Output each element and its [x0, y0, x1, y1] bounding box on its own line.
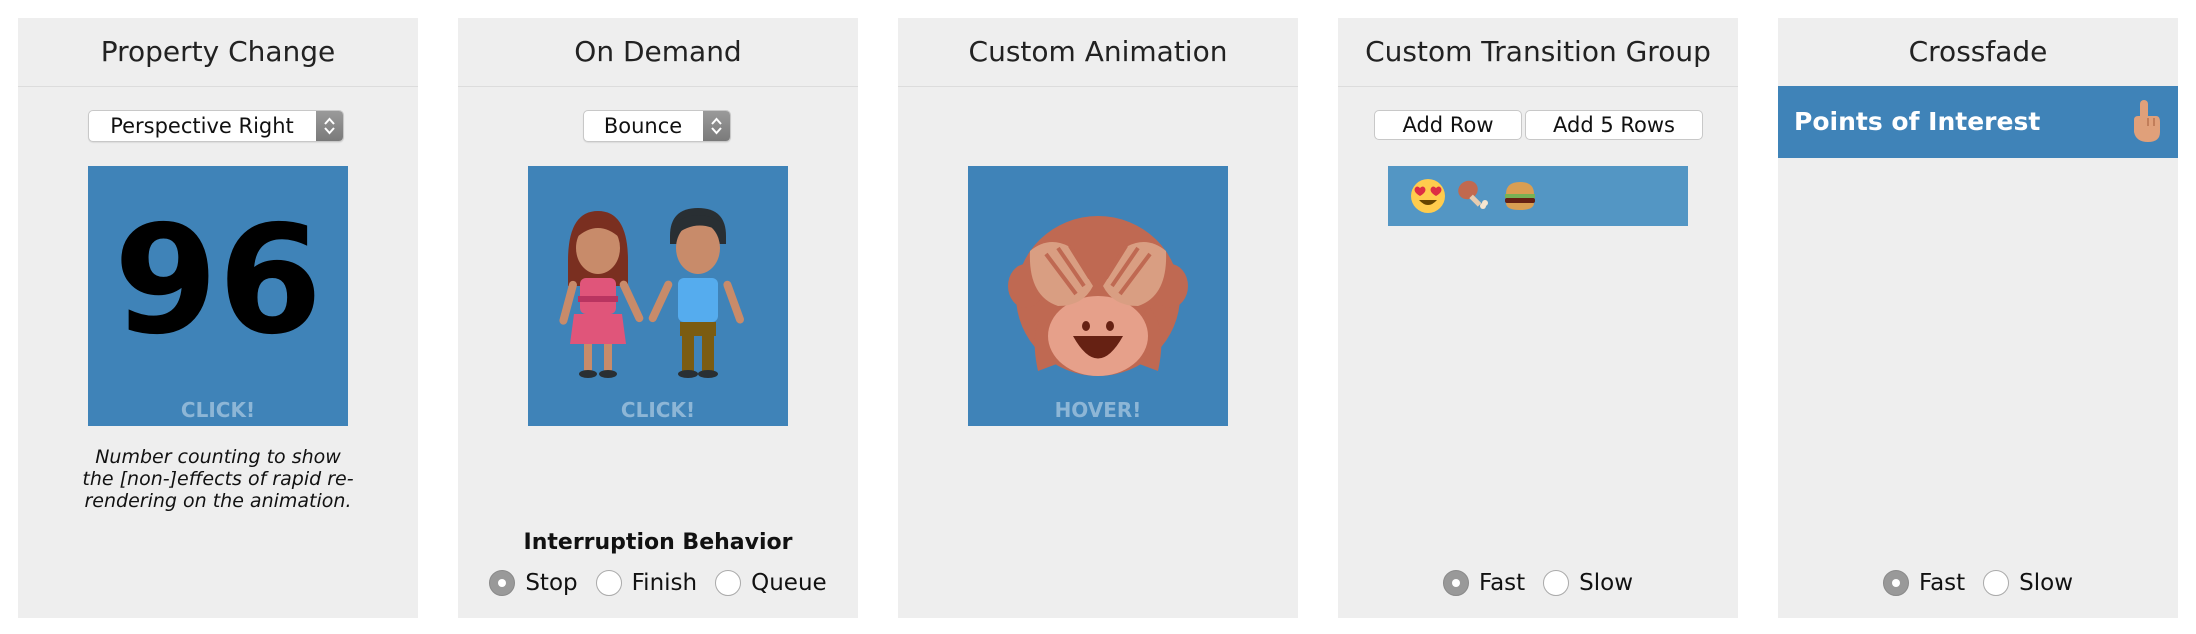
counter-tile[interactable]: 96 CLICK!	[88, 166, 348, 426]
hamburger-emoji-icon	[1505, 182, 1535, 210]
item-label: Points of Interest	[1794, 107, 2041, 136]
select-value: Perspective Right	[110, 114, 294, 138]
radio-button[interactable]	[1882, 570, 1909, 596]
see-no-evil-monkey-icon	[1008, 216, 1188, 376]
radio-option-finish[interactable]: Finish	[595, 570, 698, 596]
radio-button[interactable]	[715, 570, 742, 596]
radio-option-slow[interactable]: Slow	[1543, 570, 1633, 596]
monkey-tile[interactable]: HOVER!	[968, 166, 1228, 426]
radio-option-stop[interactable]: Stop	[489, 570, 578, 596]
speed-radio-group: Fast Slow	[1338, 570, 1738, 596]
tile-caption: HOVER!	[1054, 398, 1142, 422]
radio-label: Queue	[751, 570, 827, 596]
panel-title: Custom Transition Group	[1338, 18, 1738, 87]
radio-label: Finish	[631, 570, 698, 596]
radio-label: Fast	[1478, 570, 1526, 596]
radio-button[interactable]	[1543, 570, 1570, 596]
panel-title: Property Change	[18, 18, 418, 87]
pointing-hand-icon	[2134, 100, 2160, 142]
radio-option-slow[interactable]: Slow	[1983, 570, 2073, 596]
panel-title: Custom Animation	[898, 18, 1298, 87]
speed-radio-group: Fast Slow	[1778, 570, 2178, 596]
panel-property-change: Property Change Perspective Right 96 CLI…	[18, 18, 418, 618]
panel-title: Crossfade	[1778, 18, 2178, 87]
select-arrows-icon	[316, 111, 343, 141]
couple-tile[interactable]: CLICK!	[528, 166, 788, 426]
description-note: Number counting to show the [non-]effect…	[82, 446, 354, 512]
tile-caption: CLICK!	[180, 398, 256, 422]
radio-button[interactable]	[489, 570, 516, 596]
heart-eyes-emoji-icon	[1411, 179, 1445, 213]
radio-option-fast[interactable]: Fast	[1882, 570, 1966, 596]
radio-button[interactable]	[1983, 570, 2010, 596]
radio-option-queue[interactable]: Queue	[715, 570, 827, 596]
select-arrows-icon	[703, 111, 730, 141]
add-5-rows-button[interactable]: Add 5 Rows	[1525, 110, 1703, 140]
radio-option-fast[interactable]: Fast	[1442, 570, 1526, 596]
animation-select[interactable]: Bounce	[583, 110, 731, 142]
panel-crossfade: Crossfade Points of Interest Fast Slow	[1778, 18, 2178, 618]
panel-on-demand: On Demand Bounce CLICK! Interruption Beh…	[458, 18, 858, 618]
radio-label: Fast	[1918, 570, 1966, 596]
interruption-behavior-label: Interruption Behavior	[523, 530, 793, 555]
poultry-leg-emoji-icon	[1458, 180, 1488, 209]
radio-label: Stop	[525, 570, 578, 596]
couple-holding-hands-icon	[559, 208, 745, 378]
radio-label: Slow	[1579, 570, 1634, 596]
panel-custom-transition-group: Custom Transition Group Add Row Add 5 Ro…	[1338, 18, 1738, 618]
panel-title: On Demand	[458, 18, 858, 87]
radio-button[interactable]	[1442, 570, 1469, 596]
points-of-interest-item[interactable]: Points of Interest	[1778, 86, 2178, 158]
panel-custom-animation: Custom Animation HOVER!	[898, 18, 1298, 618]
tile-caption: CLICK!	[620, 398, 696, 422]
add-row-button[interactable]: Add Row	[1374, 110, 1522, 140]
transition-row	[1388, 166, 1688, 226]
animation-select[interactable]: Perspective Right	[88, 110, 344, 142]
interruption-radio-group: Stop Finish Queue	[458, 570, 858, 596]
radio-button[interactable]	[595, 570, 622, 596]
counter-number: 96	[113, 194, 323, 368]
select-value: Bounce	[603, 114, 683, 138]
radio-label: Slow	[2019, 570, 2074, 596]
